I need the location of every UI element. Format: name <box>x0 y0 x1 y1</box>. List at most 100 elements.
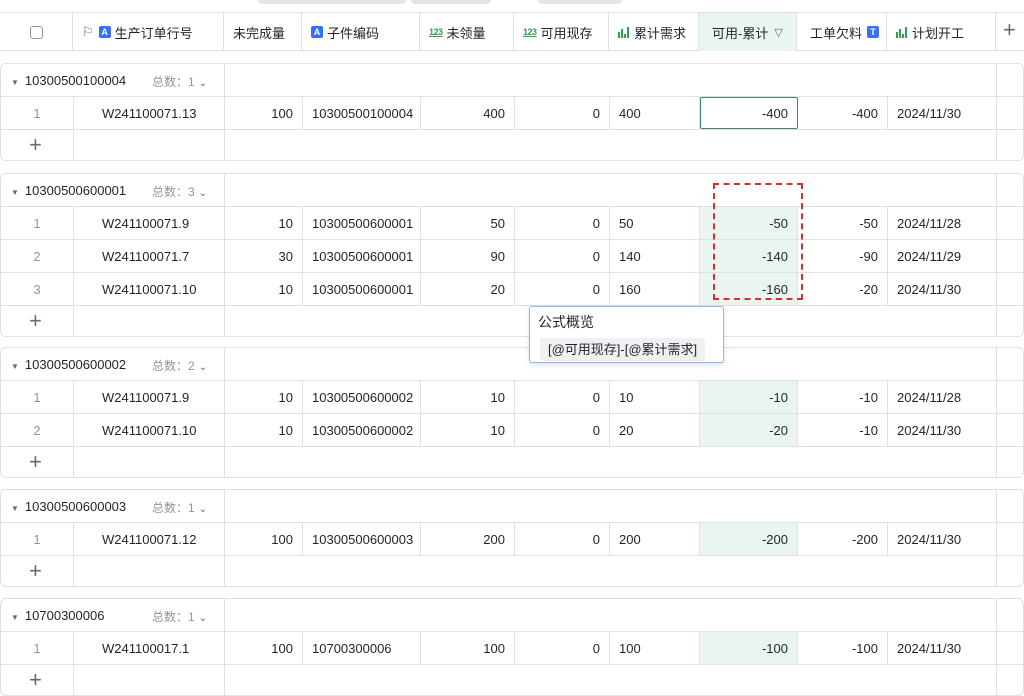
collapse-triangle-icon[interactable]: ▼ <box>11 504 19 513</box>
shortage-cell[interactable]: -50 <box>798 207 888 239</box>
shortage-cell[interactable]: -20 <box>798 273 888 305</box>
add-row-bar[interactable]: + <box>1 446 1024 478</box>
unfinished-qty-cell[interactable]: 10 <box>225 207 303 239</box>
available-stock-cell[interactable]: 0 <box>515 97 610 129</box>
col-part-code-header[interactable]: A 子件编码 <box>302 13 420 51</box>
add-row-plus-icon[interactable]: + <box>29 449 42 475</box>
row-index[interactable]: 1 <box>1 381 74 413</box>
table-row[interactable]: 1 W241100071.9 10 10300500600002 10 0 10 -10 -10… <box>1 380 1024 413</box>
available-stock-cell[interactable]: 0 <box>515 207 610 239</box>
collapse-triangle-icon[interactable]: ▼ <box>11 188 19 197</box>
cumulative-demand-cell[interactable]: 400 <box>610 97 700 129</box>
collapse-triangle-icon[interactable]: ▼ <box>11 613 19 622</box>
available-minus-cumulative-cell[interactable]: -20 <box>700 414 798 446</box>
group-count[interactable]: 总数：1 ⌄ <box>152 73 207 90</box>
order-line-cell[interactable]: W241100071.10 <box>74 414 225 446</box>
unclaimed-qty-cell[interactable]: 200 <box>421 523 515 555</box>
select-all-checkbox[interactable] <box>29 25 43 39</box>
add-row-plus-icon[interactable]: + <box>29 308 42 334</box>
unclaimed-qty-cell[interactable]: 100 <box>421 632 515 664</box>
row-index[interactable]: 1 <box>1 632 74 664</box>
col-unfinished-header[interactable]: 未完成量 <box>224 13 302 51</box>
planned-start-cell[interactable]: 2024/11/29 <box>888 240 997 272</box>
collapse-triangle-icon[interactable]: ▼ <box>11 362 19 371</box>
unfinished-qty-cell[interactable]: 100 <box>225 632 303 664</box>
chevron-down-icon[interactable]: ⌄ <box>199 362 207 373</box>
order-line-cell[interactable]: W241100071.12 <box>74 523 225 555</box>
row-index[interactable]: 3 <box>1 273 74 305</box>
part-code-cell[interactable]: 10300500600002 <box>303 414 421 446</box>
group-title[interactable]: ▼ 10300500600003 <box>11 499 126 514</box>
available-stock-cell[interactable]: 0 <box>515 381 610 413</box>
available-minus-cumulative-cell[interactable]: -200 <box>700 523 798 555</box>
filter-icon[interactable]: ▽ <box>774 26 782 39</box>
add-row-bar[interactable]: + <box>1 555 1024 587</box>
row-index[interactable]: 1 <box>1 97 74 129</box>
shortage-cell[interactable]: -10 <box>798 414 888 446</box>
order-line-cell[interactable]: W241100071.10 <box>74 273 225 305</box>
table-row[interactable]: 2 W241100071.7 30 10300500600001 90 0 140 -140-… <box>1 239 1024 272</box>
chevron-down-icon[interactable]: ⌄ <box>199 188 207 199</box>
unfinished-qty-cell[interactable]: 30 <box>225 240 303 272</box>
planned-start-cell[interactable]: 2024/11/30 <box>888 414 997 446</box>
available-minus-cumulative-cell[interactable]: -10 <box>700 381 798 413</box>
shortage-cell[interactable]: -400 <box>798 97 888 129</box>
cumulative-demand-cell[interactable]: 200 <box>610 523 700 555</box>
available-stock-cell[interactable]: 0 <box>515 414 610 446</box>
unfinished-qty-cell[interactable]: 10 <box>225 273 303 305</box>
unfinished-qty-cell[interactable]: 10 <box>225 414 303 446</box>
shortage-cell[interactable]: -10 <box>798 381 888 413</box>
table-row[interactable]: 1 W241100071.12 100 10300500600003 200 0 200 -2… <box>1 522 1024 555</box>
available-stock-cell[interactable]: 0 <box>515 523 610 555</box>
table-row[interactable]: 1 W241100071.9 10 10300500600001 50 0 50 -50 -50… <box>1 206 1024 239</box>
chevron-down-icon[interactable]: ⌄ <box>199 504 207 515</box>
cumulative-demand-cell[interactable]: 10 <box>610 381 700 413</box>
col-available-minus-cumulative-header[interactable]: 可用-累计 ▽ <box>699 13 797 51</box>
group-title[interactable]: ▼ 10300500600001 <box>11 183 126 198</box>
unclaimed-qty-cell[interactable]: 20 <box>421 273 515 305</box>
order-line-cell[interactable]: W241100071.9 <box>74 381 225 413</box>
group-count[interactable]: 总数：2 ⌄ <box>152 357 207 374</box>
planned-start-cell[interactable]: 2024/11/30 <box>888 523 997 555</box>
cumulative-demand-cell[interactable]: 50 <box>610 207 700 239</box>
chevron-down-icon[interactable]: ⌄ <box>199 78 207 89</box>
part-code-cell[interactable]: 10300500600001 <box>303 207 421 239</box>
available-stock-cell[interactable]: 0 <box>515 632 610 664</box>
unclaimed-qty-cell[interactable]: 10 <box>421 414 515 446</box>
row-index[interactable]: 2 <box>1 414 74 446</box>
order-line-cell[interactable]: W241100071.13 <box>74 97 225 129</box>
table-row[interactable]: 1 W241100017.1 100 10700300006 100 0 100 -100 -1… <box>1 631 1024 664</box>
unfinished-qty-cell[interactable]: 100 <box>225 97 303 129</box>
unfinished-qty-cell[interactable]: 100 <box>225 523 303 555</box>
part-code-cell[interactable]: 10700300006 <box>303 632 421 664</box>
group-title[interactable]: ▼ 10700300006 <box>11 608 104 623</box>
table-row[interactable]: 2 W241100071.10 10 10300500600002 10 0 20 -20 -1… <box>1 413 1024 446</box>
row-index[interactable]: 2 <box>1 240 74 272</box>
available-stock-cell[interactable]: 0 <box>515 240 610 272</box>
toolbar-tab-stub[interactable] <box>538 0 622 4</box>
shortage-cell[interactable]: -100 <box>798 632 888 664</box>
add-row-bar[interactable]: + <box>1 305 1024 337</box>
add-row-plus-icon[interactable]: + <box>29 667 42 693</box>
part-code-cell[interactable]: 10300500600001 <box>303 273 421 305</box>
part-code-cell[interactable]: 10300500600001 <box>303 240 421 272</box>
group-count[interactable]: 总数：1 ⌄ <box>152 608 207 625</box>
planned-start-cell[interactable]: 2024/11/30 <box>888 273 997 305</box>
cumulative-demand-cell[interactable]: 100 <box>610 632 700 664</box>
group-count[interactable]: 总数：1 ⌄ <box>152 499 207 516</box>
part-code-cell[interactable]: 10300500600003 <box>303 523 421 555</box>
unfinished-qty-cell[interactable]: 10 <box>225 381 303 413</box>
group-title[interactable]: ▼ 10300500100004 <box>11 73 126 88</box>
col-order-line-header[interactable]: ⚐ A 生产订单行号 <box>73 13 224 51</box>
selected-cell[interactable]: -400 <box>700 97 798 129</box>
col-shortage-header[interactable]: 工单欠料 T <box>797 13 887 51</box>
order-line-cell[interactable]: W241100071.7 <box>74 240 225 272</box>
toolbar-tab-stub[interactable] <box>258 0 406 4</box>
col-cumulative-demand-header[interactable]: 累计需求 <box>609 13 699 51</box>
part-code-cell[interactable]: 10300500600002 <box>303 381 421 413</box>
available-minus-cumulative-cell[interactable]: -100 <box>700 632 798 664</box>
planned-start-cell[interactable]: 2024/11/28 <box>888 381 997 413</box>
toolbar-tab-stub[interactable] <box>411 0 491 4</box>
cumulative-demand-cell[interactable]: 160 <box>610 273 700 305</box>
col-available-stock-header[interactable]: 123 可用现存 <box>514 13 609 51</box>
